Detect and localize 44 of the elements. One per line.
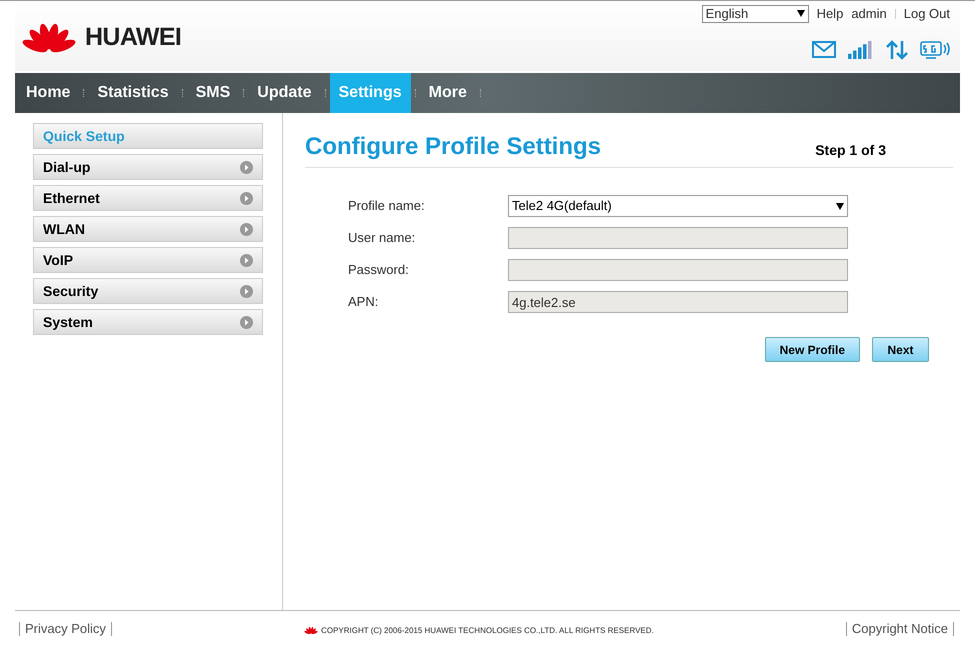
input-field[interactable]: 4g.tele2.se (508, 291, 848, 313)
logo-icon (304, 626, 318, 636)
chevron-icon (240, 192, 253, 204)
nav-tab[interactable]: SMS (186, 73, 240, 113)
data-transfer-icon[interactable] (886, 40, 908, 60)
field-label: APN: (348, 293, 380, 312)
page-title: Configure Profile Settings (305, 132, 602, 162)
privacy-policy-link[interactable]: Privacy Policy (25, 619, 106, 638)
field-label: User name: (348, 229, 416, 248)
nav-tab[interactable]: Update (248, 73, 320, 113)
header-link[interactable]: Help (816, 4, 844, 24)
nav-tab[interactable]: Statistics (88, 73, 178, 113)
header-link[interactable]: admin (851, 4, 887, 24)
chevron-icon (240, 316, 253, 328)
field-label: Profile name: (348, 197, 426, 216)
brand-name: HUAWEI (85, 22, 182, 54)
sidebar-item[interactable]: Ethernet (33, 185, 263, 211)
field-label: Password: (348, 261, 410, 280)
chevron-icon (240, 222, 253, 236)
copyright-notice-link[interactable]: Copyright Notice (852, 619, 948, 638)
dropdown-arrow-icon (836, 202, 844, 210)
input-field[interactable] (508, 227, 848, 249)
sidebar-item[interactable]: Dial-up (33, 154, 263, 180)
action-button[interactable]: New Profile (764, 337, 860, 362)
copyright-text: COPYRIGHT (C) 2006-2015 HUAWEI TECHNOLOGIES CO.,LTD. ALL RIGHTS RESERVED. (321, 624, 654, 637)
network-mode-icon[interactable] (920, 40, 950, 60)
language-select[interactable]: English (702, 4, 809, 23)
sidebar-item[interactable]: WLAN (33, 216, 263, 242)
nav-tab[interactable]: More (420, 73, 476, 113)
sidebar-item[interactable]: System (33, 309, 263, 335)
action-button[interactable]: Next (872, 337, 929, 362)
chevron-icon (240, 284, 253, 298)
sidebar-item[interactable]: VoIP (33, 247, 263, 273)
mail-icon[interactable] (812, 41, 836, 58)
chevron-icon (240, 254, 253, 266)
dropdown-arrow-icon (796, 10, 805, 18)
sidebar-item[interactable]: Security (33, 278, 263, 304)
header-link[interactable]: Log Out (904, 4, 950, 24)
step-indicator: Step 1 of 3 (815, 141, 887, 160)
chevron-icon (240, 160, 253, 174)
profile-select[interactable]: Tele2 4G(default) (508, 195, 848, 217)
signal-icon[interactable] (848, 40, 874, 58)
nav-tab[interactable]: Home (17, 73, 80, 113)
input-field[interactable] (508, 259, 848, 281)
